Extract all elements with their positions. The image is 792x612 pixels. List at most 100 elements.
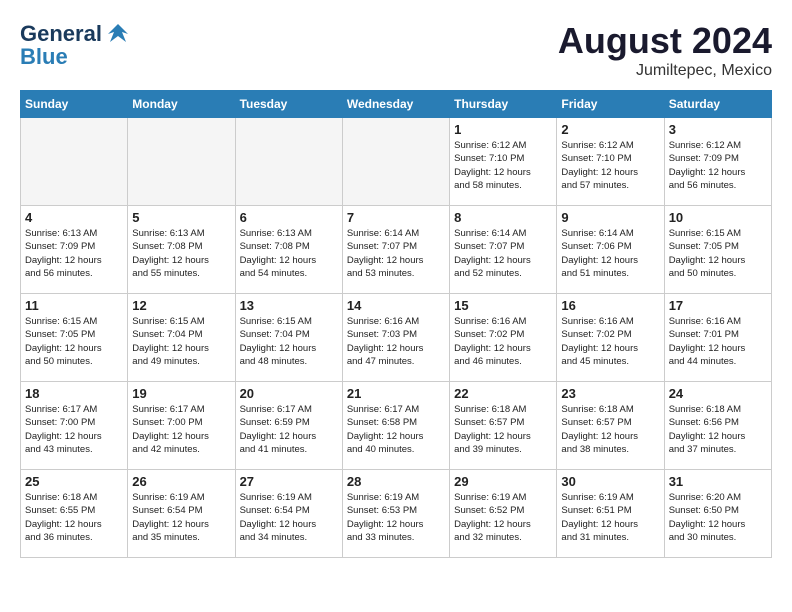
day-info: Sunrise: 6:15 AM Sunset: 7:05 PM Dayligh…: [25, 315, 123, 368]
calendar-cell: 13 Sunrise: 6:15 AM Sunset: 7:04 PM Dayli…: [235, 294, 342, 382]
day-info: Sunrise: 6:17 AM Sunset: 7:00 PM Dayligh…: [132, 403, 230, 456]
day-info: Sunrise: 6:13 AM Sunset: 7:08 PM Dayligh…: [132, 227, 230, 280]
calendar-cell: [235, 118, 342, 206]
calendar-cell: 6Sunrise: 6:13 AM Sunset: 7:08 PM Daylig…: [235, 206, 342, 294]
calendar-cell: 28 Sunrise: 6:19 AM Sunset: 6:53 PM Dayli…: [342, 470, 449, 558]
day-info: Sunrise: 6:15 AM Sunset: 7:04 PM Dayligh…: [132, 315, 230, 368]
day-info: Sunrise: 6:17 AM Sunset: 6:59 PM Dayligh…: [240, 403, 338, 456]
calendar-header-row: SundayMondayTuesdayWednesdayThursdayFrid…: [21, 91, 772, 118]
location: Jumiltepec, Mexico: [558, 62, 772, 80]
day-number: 27: [240, 474, 338, 489]
day-info: Sunrise: 6:12 AM Sunset: 7:09 PM Dayligh…: [669, 139, 767, 192]
column-header-sunday: Sunday: [21, 91, 128, 118]
day-number: 20: [240, 386, 338, 401]
day-info: Sunrise: 6:20 AM Sunset: 6:50 PM Dayligh…: [669, 491, 767, 544]
day-number: 29: [454, 474, 552, 489]
day-number: 4: [25, 210, 123, 225]
logo: General Blue: [20, 20, 132, 70]
day-info: Sunrise: 6:14 AM Sunset: 7:07 PM Dayligh…: [454, 227, 552, 280]
calendar-cell: 12 Sunrise: 6:15 AM Sunset: 7:04 PM Dayli…: [128, 294, 235, 382]
day-number: 15: [454, 298, 552, 313]
calendar-cell: 1 Sunrise: 6:12 AM Sunset: 7:10 PM Daylig…: [450, 118, 557, 206]
day-number: 25: [25, 474, 123, 489]
calendar-week-5: 25 Sunrise: 6:18 AM Sunset: 6:55 PM Dayli…: [21, 470, 772, 558]
day-info: Sunrise: 6:13 AM Sunset: 7:09 PM Dayligh…: [25, 227, 123, 280]
day-number: 28: [347, 474, 445, 489]
day-number: 12: [132, 298, 230, 313]
day-info: Sunrise: 6:19 AM Sunset: 6:54 PM Dayligh…: [240, 491, 338, 544]
calendar-cell: [128, 118, 235, 206]
calendar-cell: 25 Sunrise: 6:18 AM Sunset: 6:55 PM Dayli…: [21, 470, 128, 558]
day-info: Sunrise: 6:19 AM Sunset: 6:52 PM Dayligh…: [454, 491, 552, 544]
calendar-week-1: 1 Sunrise: 6:12 AM Sunset: 7:10 PM Daylig…: [21, 118, 772, 206]
day-number: 22: [454, 386, 552, 401]
day-number: 11: [25, 298, 123, 313]
calendar-cell: 7Sunrise: 6:14 AM Sunset: 7:07 PM Daylig…: [342, 206, 449, 294]
logo-bird-icon: [104, 20, 132, 48]
day-info: Sunrise: 6:16 AM Sunset: 7:01 PM Dayligh…: [669, 315, 767, 368]
day-number: 24: [669, 386, 767, 401]
calendar-cell: 14Sunrise: 6:16 AM Sunset: 7:03 PM Dayli…: [342, 294, 449, 382]
page-header: General Blue August 2024 Jumiltepec, Mex…: [20, 20, 772, 80]
calendar-cell: [342, 118, 449, 206]
day-info: Sunrise: 6:18 AM Sunset: 6:57 PM Dayligh…: [454, 403, 552, 456]
day-number: 30: [561, 474, 659, 489]
calendar-cell: 26Sunrise: 6:19 AM Sunset: 6:54 PM Dayli…: [128, 470, 235, 558]
column-header-thursday: Thursday: [450, 91, 557, 118]
day-info: Sunrise: 6:16 AM Sunset: 7:02 PM Dayligh…: [454, 315, 552, 368]
day-info: Sunrise: 6:16 AM Sunset: 7:02 PM Dayligh…: [561, 315, 659, 368]
day-info: Sunrise: 6:19 AM Sunset: 6:54 PM Dayligh…: [132, 491, 230, 544]
calendar-cell: 5 Sunrise: 6:13 AM Sunset: 7:08 PM Daylig…: [128, 206, 235, 294]
day-info: Sunrise: 6:17 AM Sunset: 7:00 PM Dayligh…: [25, 403, 123, 456]
calendar-week-2: 4 Sunrise: 6:13 AM Sunset: 7:09 PM Daylig…: [21, 206, 772, 294]
calendar-cell: 23Sunrise: 6:18 AM Sunset: 6:57 PM Dayli…: [557, 382, 664, 470]
calendar-cell: 9 Sunrise: 6:14 AM Sunset: 7:06 PM Daylig…: [557, 206, 664, 294]
column-header-monday: Monday: [128, 91, 235, 118]
calendar-cell: 3 Sunrise: 6:12 AM Sunset: 7:09 PM Daylig…: [664, 118, 771, 206]
column-header-wednesday: Wednesday: [342, 91, 449, 118]
day-number: 16: [561, 298, 659, 313]
day-info: Sunrise: 6:19 AM Sunset: 6:51 PM Dayligh…: [561, 491, 659, 544]
calendar-cell: 24Sunrise: 6:18 AM Sunset: 6:56 PM Dayli…: [664, 382, 771, 470]
day-number: 13: [240, 298, 338, 313]
day-number: 31: [669, 474, 767, 489]
day-number: 5: [132, 210, 230, 225]
day-number: 1: [454, 122, 552, 137]
day-info: Sunrise: 6:18 AM Sunset: 6:55 PM Dayligh…: [25, 491, 123, 544]
calendar-cell: 27 Sunrise: 6:19 AM Sunset: 6:54 PM Dayli…: [235, 470, 342, 558]
day-number: 19: [132, 386, 230, 401]
calendar-cell: 19 Sunrise: 6:17 AM Sunset: 7:00 PM Dayli…: [128, 382, 235, 470]
calendar-cell: 4 Sunrise: 6:13 AM Sunset: 7:09 PM Daylig…: [21, 206, 128, 294]
calendar-cell: 18 Sunrise: 6:17 AM Sunset: 7:00 PM Dayli…: [21, 382, 128, 470]
day-number: 6: [240, 210, 338, 225]
calendar-cell: 30 Sunrise: 6:19 AM Sunset: 6:51 PM Dayli…: [557, 470, 664, 558]
calendar-cell: 15 Sunrise: 6:16 AM Sunset: 7:02 PM Dayli…: [450, 294, 557, 382]
day-info: Sunrise: 6:16 AM Sunset: 7:03 PM Dayligh…: [347, 315, 445, 368]
day-info: Sunrise: 6:14 AM Sunset: 7:06 PM Dayligh…: [561, 227, 659, 280]
day-number: 17: [669, 298, 767, 313]
day-info: Sunrise: 6:19 AM Sunset: 6:53 PM Dayligh…: [347, 491, 445, 544]
day-info: Sunrise: 6:12 AM Sunset: 7:10 PM Dayligh…: [561, 139, 659, 192]
day-number: 3: [669, 122, 767, 137]
column-header-tuesday: Tuesday: [235, 91, 342, 118]
day-number: 8: [454, 210, 552, 225]
day-number: 9: [561, 210, 659, 225]
day-info: Sunrise: 6:15 AM Sunset: 7:05 PM Dayligh…: [669, 227, 767, 280]
column-header-saturday: Saturday: [664, 91, 771, 118]
title-block: August 2024 Jumiltepec, Mexico: [558, 20, 772, 80]
calendar-cell: 20 Sunrise: 6:17 AM Sunset: 6:59 PM Dayli…: [235, 382, 342, 470]
month-title: August 2024: [558, 20, 772, 62]
calendar-week-4: 18 Sunrise: 6:17 AM Sunset: 7:00 PM Dayli…: [21, 382, 772, 470]
day-number: 18: [25, 386, 123, 401]
day-info: Sunrise: 6:12 AM Sunset: 7:10 PM Dayligh…: [454, 139, 552, 192]
day-number: 7: [347, 210, 445, 225]
calendar-cell: 2Sunrise: 6:12 AM Sunset: 7:10 PM Daylig…: [557, 118, 664, 206]
column-header-friday: Friday: [557, 91, 664, 118]
day-number: 23: [561, 386, 659, 401]
calendar-cell: 31 Sunrise: 6:20 AM Sunset: 6:50 PM Dayli…: [664, 470, 771, 558]
day-info: Sunrise: 6:15 AM Sunset: 7:04 PM Dayligh…: [240, 315, 338, 368]
calendar-cell: 8 Sunrise: 6:14 AM Sunset: 7:07 PM Daylig…: [450, 206, 557, 294]
day-number: 21: [347, 386, 445, 401]
calendar-cell: 10Sunrise: 6:15 AM Sunset: 7:05 PM Dayli…: [664, 206, 771, 294]
day-info: Sunrise: 6:17 AM Sunset: 6:58 PM Dayligh…: [347, 403, 445, 456]
